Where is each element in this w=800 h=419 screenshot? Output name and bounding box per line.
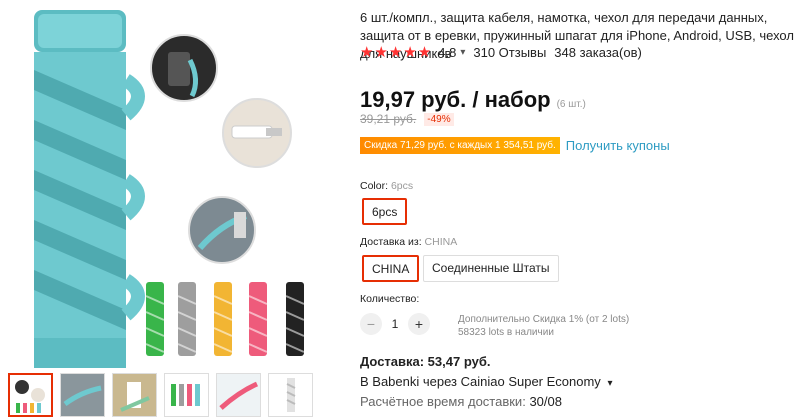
quantity-label: Количество: <box>360 293 420 305</box>
chevron-down-icon[interactable]: ▾ <box>460 47 465 58</box>
quantity-discount-note: Дополнительно Скидка 1% (от 2 lots) <box>458 314 630 325</box>
ship-from-label: Доставка из: CHINA <box>360 236 457 248</box>
coupon-row: Скидка 71,29 руб. с каждых 1 354,51 руб.… <box>360 137 670 154</box>
ship-from-label-text: Доставка из: <box>360 236 422 248</box>
color-variants-image <box>145 282 305 356</box>
coupon-tag: Скидка 71,29 руб. с каждых 1 354,51 руб. <box>360 137 560 154</box>
current-price: 19,97 руб. / набор <box>360 87 551 112</box>
detail-photo-laptop <box>188 196 256 264</box>
quantity-minus-button[interactable]: − <box>360 313 382 335</box>
old-price: 39,21 руб. <box>360 112 417 126</box>
quantity-note: Дополнительно Скидка 1% (от 2 lots) 5832… <box>458 313 629 339</box>
get-coupons-link[interactable]: Получить купоны <box>566 138 670 153</box>
rating-stars: ★★★★★ <box>360 44 433 61</box>
ship-from-option-usa[interactable]: Соединенные Штаты <box>423 255 559 282</box>
color-label-text: Color: <box>360 180 389 192</box>
thumbnail-strip <box>8 373 313 417</box>
ship-from-option-china[interactable]: CHINA <box>362 255 420 282</box>
delivery-time-value: 30/08 <box>529 394 562 409</box>
rating-value[interactable]: 4.8 <box>438 45 456 60</box>
rating-row: ★★★★★ 4.8 ▾ 310 Отзывы 348 заказа(ов) <box>360 43 642 61</box>
price-row: 19,97 руб. / набор (6 шт.) <box>360 87 586 113</box>
thumbnail-4[interactable] <box>164 373 209 417</box>
delivery-time: Расчётное время доставки: 30/08 <box>360 394 562 409</box>
color-label: Color: 6pcs <box>360 180 413 192</box>
color-option-6pcs[interactable]: 6pcs <box>362 198 408 225</box>
thumbnail-6[interactable] <box>268 373 313 417</box>
quantity-stepper: − 1 + <box>360 313 430 335</box>
orders-count: 348 заказа(ов) <box>554 44 642 60</box>
discount-badge: -49% <box>424 112 454 126</box>
shipping-method-text[interactable]: В Babenki через Cainiao Super Economy <box>360 374 601 389</box>
main-product-image[interactable] <box>0 0 350 368</box>
detail-photo-phone <box>150 34 218 102</box>
old-price-row: 39,21 руб. -49% <box>360 112 454 126</box>
chevron-down-icon[interactable]: ▾ <box>607 378 612 389</box>
stock-note: 58323 lots в наличии <box>458 327 554 338</box>
reviews-count[interactable]: 310 Отзывы <box>473 45 546 60</box>
quantity-plus-button[interactable]: + <box>408 313 430 335</box>
thumbnail-2[interactable] <box>60 373 105 417</box>
color-selected-value: 6pcs <box>390 180 414 192</box>
thumbnail-1[interactable] <box>8 373 53 417</box>
spiral-protector-image <box>34 10 145 368</box>
thumbnail-3[interactable] <box>112 373 157 417</box>
quantity-input[interactable]: 1 <box>385 317 405 331</box>
thumbnail-5[interactable] <box>216 373 261 417</box>
price-unit: (6 шт.) <box>556 99 586 110</box>
detail-photo-cable-end <box>222 98 292 168</box>
delivery-time-label: Расчётное время доставки: <box>360 394 526 409</box>
shipping-method[interactable]: В Babenki через Cainiao Super Economy ▾ <box>360 374 612 389</box>
ship-from-selected-value: CHINA <box>424 236 458 248</box>
shipping-price: Доставка: 53,47 руб. <box>360 354 491 369</box>
